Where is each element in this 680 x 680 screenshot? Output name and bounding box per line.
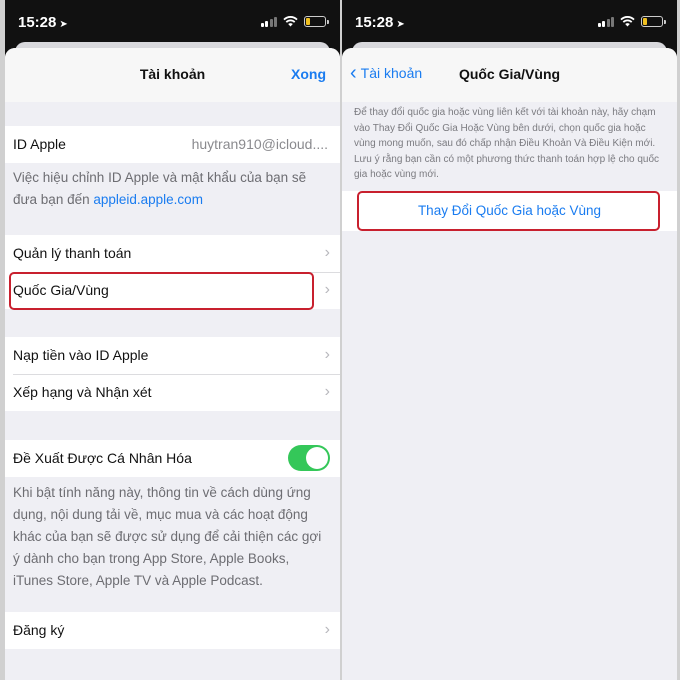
apple-id-row[interactable]: ID Apple huytran910@icloud.... (5, 126, 340, 163)
chevron-right-icon: › (324, 383, 330, 400)
personalized-row: Đề Xuất Được Cá Nhân Hóa (5, 440, 340, 477)
toggle-knob (306, 447, 328, 469)
apple-id-footer: Việc hiệu chỉnh ID Apple và mật khẩu của… (13, 167, 328, 211)
ratings-reviews-label: Xếp hạng và Nhận xét (13, 384, 152, 400)
chevron-right-icon: › (324, 621, 330, 638)
apple-id-group: ID Apple huytran910@icloud.... (5, 126, 340, 163)
battery-icon (304, 16, 329, 27)
status-icons (597, 16, 666, 27)
nav-bar: Tài khoản Xong (5, 48, 340, 102)
status-time: 15:28 ➤ (355, 14, 405, 31)
status-icons (260, 16, 329, 27)
chevron-right-icon: › (324, 244, 330, 261)
status-bar: 15:28 ➤ (342, 0, 677, 44)
apple-id-value: huytran910@icloud.... (191, 136, 328, 152)
wifi-icon (620, 16, 635, 27)
add-funds-label: Nạp tiền vào ID Apple (13, 347, 149, 363)
funds-group: Nạp tiền vào ID Apple › Xếp hạng và Nhận… (5, 337, 340, 411)
wifi-icon (283, 16, 298, 27)
signal-icon (260, 16, 277, 27)
time-label: 15:28 (18, 14, 57, 31)
manage-payments-label: Quản lý thanh toán (13, 245, 132, 261)
subscriptions-label: Đăng ký (13, 622, 65, 638)
highlight-box (9, 272, 314, 310)
status-time: 15:28 ➤ (18, 14, 68, 31)
time-label: 15:28 (355, 14, 394, 31)
subscriptions-group: Đăng ký › (5, 612, 340, 649)
personalized-footer: Khi bật tính năng này, thông tin về cách… (13, 485, 322, 588)
status-bar: 15:28 ➤ (5, 0, 340, 44)
battery-icon (641, 16, 666, 27)
nav-bar: ‹ Tài khoản Quốc Gia/Vùng (342, 48, 677, 102)
manage-payments-row[interactable]: Quản lý thanh toán › (5, 235, 340, 272)
add-funds-row[interactable]: Nạp tiền vào ID Apple › (5, 337, 340, 374)
personalized-group: Đề Xuất Được Cá Nhân Hóa (5, 440, 340, 477)
nav-title: Tài khoản (139, 66, 206, 82)
chevron-right-icon: › (324, 281, 330, 298)
chevron-right-icon: › (324, 346, 330, 363)
signal-icon (597, 16, 614, 27)
apple-id-label: ID Apple (13, 136, 66, 152)
personalized-toggle[interactable] (288, 445, 330, 471)
location-arrow-icon: ➤ (396, 19, 405, 30)
done-button[interactable]: Xong (291, 66, 326, 82)
country-description: Để thay đổi quốc gia hoặc vùng liên kết … (354, 107, 660, 180)
account-sheet: Tài khoản Xong ID Apple huytran910@iclou… (5, 48, 340, 680)
highlight-box (357, 191, 660, 231)
ratings-reviews-row[interactable]: Xếp hạng và Nhận xét › (5, 374, 340, 411)
phone-screen-country: 15:28 ➤ ‹ Tài khoản Quốc Gia/Vùng Để thay… (342, 0, 677, 680)
location-arrow-icon: ➤ (59, 19, 68, 30)
country-sheet: ‹ Tài khoản Quốc Gia/Vùng Để thay đổi qu… (342, 48, 677, 680)
subscriptions-row[interactable]: Đăng ký › (5, 612, 340, 649)
nav-title: Quốc Gia/Vùng (458, 66, 561, 82)
phone-screen-account: 15:28 ➤ Tài khoản Xong ID Apple huytran91… (5, 0, 340, 680)
personalized-label: Đề Xuất Được Cá Nhân Hóa (13, 450, 192, 466)
appleid-link[interactable]: appleid.apple.com (93, 192, 203, 207)
